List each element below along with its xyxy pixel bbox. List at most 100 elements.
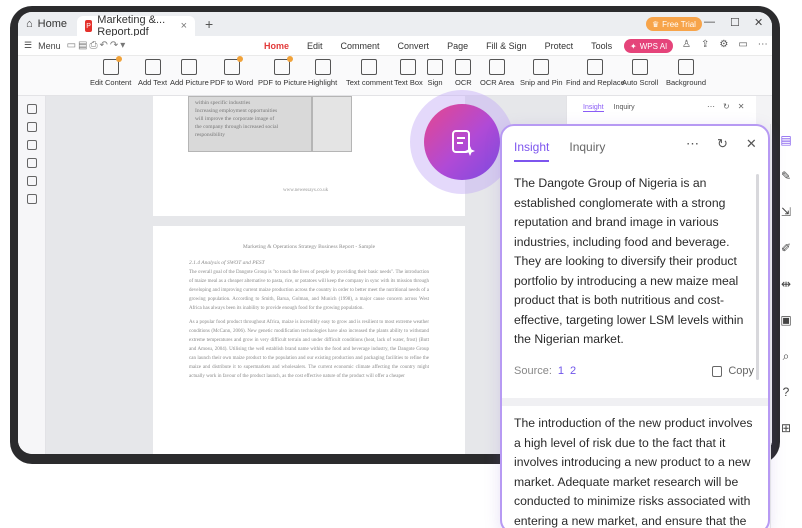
menu-edit[interactable]: Edit — [307, 41, 323, 51]
text-box-label: Text Box — [394, 78, 423, 87]
pen-icon[interactable]: ✐ — [776, 238, 796, 258]
menu-fill-sign[interactable]: Fill & Sign — [486, 41, 527, 51]
hamburger-icon[interactable]: ☰ — [24, 40, 32, 51]
source-label: Source: — [514, 364, 552, 377]
main-menu: Home Edit Comment Convert Page Fill & Si… — [264, 41, 612, 51]
layers-icon[interactable] — [26, 194, 37, 204]
more-options-icon[interactable]: ⋯ — [686, 136, 699, 152]
bookmark-icon[interactable] — [26, 104, 37, 114]
table-line: responsibility — [195, 132, 225, 138]
add-picture-button[interactable]: Add Picture — [170, 59, 209, 87]
menu-comment[interactable]: Comment — [341, 41, 380, 51]
body-paragraph: The overall goal of the Dangote Group is… — [189, 270, 429, 311]
table-line: the company through increased social — [195, 124, 279, 130]
pdf-to-picture-label: PDF to Picture — [258, 78, 307, 87]
comment-icon[interactable] — [26, 140, 37, 150]
source-link-2[interactable]: 2 — [570, 362, 576, 382]
ai-spark-icon: ✦ — [630, 41, 637, 51]
close-icon[interactable]: ✕ — [746, 136, 757, 152]
apps-grid-icon[interactable]: ⊞ — [776, 418, 796, 438]
scrollbar[interactable] — [756, 174, 759, 380]
signature-icon[interactable] — [26, 176, 37, 186]
more-icon[interactable]: ⋯ — [707, 102, 715, 111]
close-icon[interactable]: ✕ — [738, 102, 745, 111]
menu-convert[interactable]: Convert — [398, 41, 430, 51]
help-icon[interactable]: ? — [776, 382, 796, 402]
menu-label[interactable]: Menu — [38, 41, 61, 51]
menu-home[interactable]: Home — [264, 41, 289, 51]
share-icon[interactable]: ⇪ — [701, 39, 709, 50]
pdf-to-picture-button[interactable]: PDF to Picture — [258, 56, 307, 87]
ribbon-toolbar: Edit Content Add Text Add Picture PDF to… — [18, 56, 772, 96]
table-cell: within specific industries Increasing em… — [188, 96, 312, 152]
small-tab-inquiry[interactable]: Inquiry — [614, 104, 635, 112]
wps-ai-label: WPS AI — [639, 41, 668, 51]
add-text-button[interactable]: Add Text — [138, 59, 167, 87]
ocr-area-icon — [489, 59, 506, 75]
wps-ai-button[interactable]: ✦ WPS AI — [624, 39, 674, 53]
menu-tools[interactable]: Tools — [591, 41, 612, 51]
edit-note-icon[interactable]: ✎ — [776, 166, 796, 186]
add-picture-label: Add Picture — [170, 78, 209, 87]
sign-label: Sign — [427, 78, 443, 87]
refresh-icon[interactable]: ↻ — [723, 102, 730, 111]
free-trial-badge[interactable]: ♛ Free Trial — [646, 17, 702, 31]
pdf-to-word-button[interactable]: PDF to Word — [210, 56, 253, 87]
ocr-label: OCR — [455, 78, 472, 87]
crown-icon: ♛ — [652, 19, 660, 29]
attachment-icon[interactable] — [26, 158, 37, 168]
copy-button[interactable]: Copy — [712, 362, 754, 382]
settings-icon[interactable]: ⚙ — [719, 39, 728, 50]
copy-icon — [712, 365, 723, 377]
insight-card: Insight Inquiry ⋯ ↻ ✕ The Dangote Group … — [500, 124, 770, 528]
maximize-icon[interactable]: ☐ — [730, 16, 740, 29]
auto-scroll-button[interactable]: Auto Scroll — [622, 59, 658, 87]
insight-detail: The introduction of the new product invo… — [514, 414, 754, 528]
small-tab-insight[interactable]: Insight — [583, 104, 604, 112]
quick-access-icons[interactable]: ▭▤⎙↶↷▾ — [67, 40, 128, 51]
close-window-icon[interactable]: ✕ — [754, 16, 763, 29]
minimize-icon[interactable]: — — [704, 16, 715, 28]
refresh-icon[interactable]: ↻ — [717, 136, 728, 152]
find-replace-button[interactable]: Find and Replace — [566, 59, 625, 87]
compare-icon[interactable]: ⇹ — [776, 274, 796, 294]
source-link-1[interactable]: 1 — [558, 362, 564, 382]
insight-paragraph: The Dangote Group of Nigeria is an estab… — [514, 176, 744, 346]
menu-protect[interactable]: Protect — [545, 41, 574, 51]
menu-page[interactable]: Page — [447, 41, 468, 51]
page-footer-url: www.newessays.co.uk — [283, 188, 329, 193]
edit-content-icon — [102, 56, 122, 75]
ocr-button[interactable]: OCR — [455, 59, 472, 87]
frame-icon[interactable]: ▣ — [776, 310, 796, 330]
user-icon[interactable]: ♙ — [682, 39, 691, 50]
message-icon[interactable]: ▭ — [738, 39, 747, 50]
auto-scroll-icon — [632, 59, 649, 75]
highlight-button[interactable]: Highlight — [308, 59, 337, 87]
pdf-file-icon: P — [85, 20, 93, 32]
close-tab-icon[interactable]: × — [181, 20, 187, 32]
search-doc-icon[interactable]: ⌕ — [776, 346, 796, 366]
more-icon[interactable]: ⋯ — [758, 39, 768, 50]
text-box-button[interactable]: Text Box — [394, 59, 423, 87]
ocr-area-label: OCR Area — [480, 78, 515, 87]
new-tab-button[interactable]: + — [195, 16, 223, 32]
thumbnail-icon[interactable] — [26, 122, 37, 132]
insight-paragraph: The introduction of the new product invo… — [514, 416, 753, 528]
tab-home[interactable]: ⌂ Home — [18, 12, 77, 36]
export-icon[interactable]: ⇲ — [776, 202, 796, 222]
tab-insight[interactable]: Insight — [514, 140, 550, 162]
tab-document-label: Marketing &... Report.pdf — [97, 14, 166, 38]
auto-scroll-label: Auto Scroll — [622, 78, 659, 87]
sign-button[interactable]: Sign — [427, 59, 443, 87]
ai-insight-button[interactable] — [424, 104, 500, 180]
text-comment-button[interactable]: Text comment — [346, 59, 393, 87]
ocr-area-button[interactable]: OCR Area — [480, 59, 514, 87]
snip-and-pin-button[interactable]: Snip and Pin — [520, 59, 563, 87]
background-button[interactable]: Background — [666, 59, 706, 87]
edit-content-button[interactable]: Edit Content — [90, 56, 131, 87]
body-paragraph: As a popular food product throughout Afr… — [189, 320, 429, 379]
ai-insight-icon[interactable]: ▤ — [776, 130, 796, 150]
find-replace-icon — [587, 59, 604, 75]
tab-inquiry[interactable]: Inquiry — [569, 140, 605, 162]
tab-document[interactable]: P Marketing &... Report.pdf × — [77, 14, 195, 38]
